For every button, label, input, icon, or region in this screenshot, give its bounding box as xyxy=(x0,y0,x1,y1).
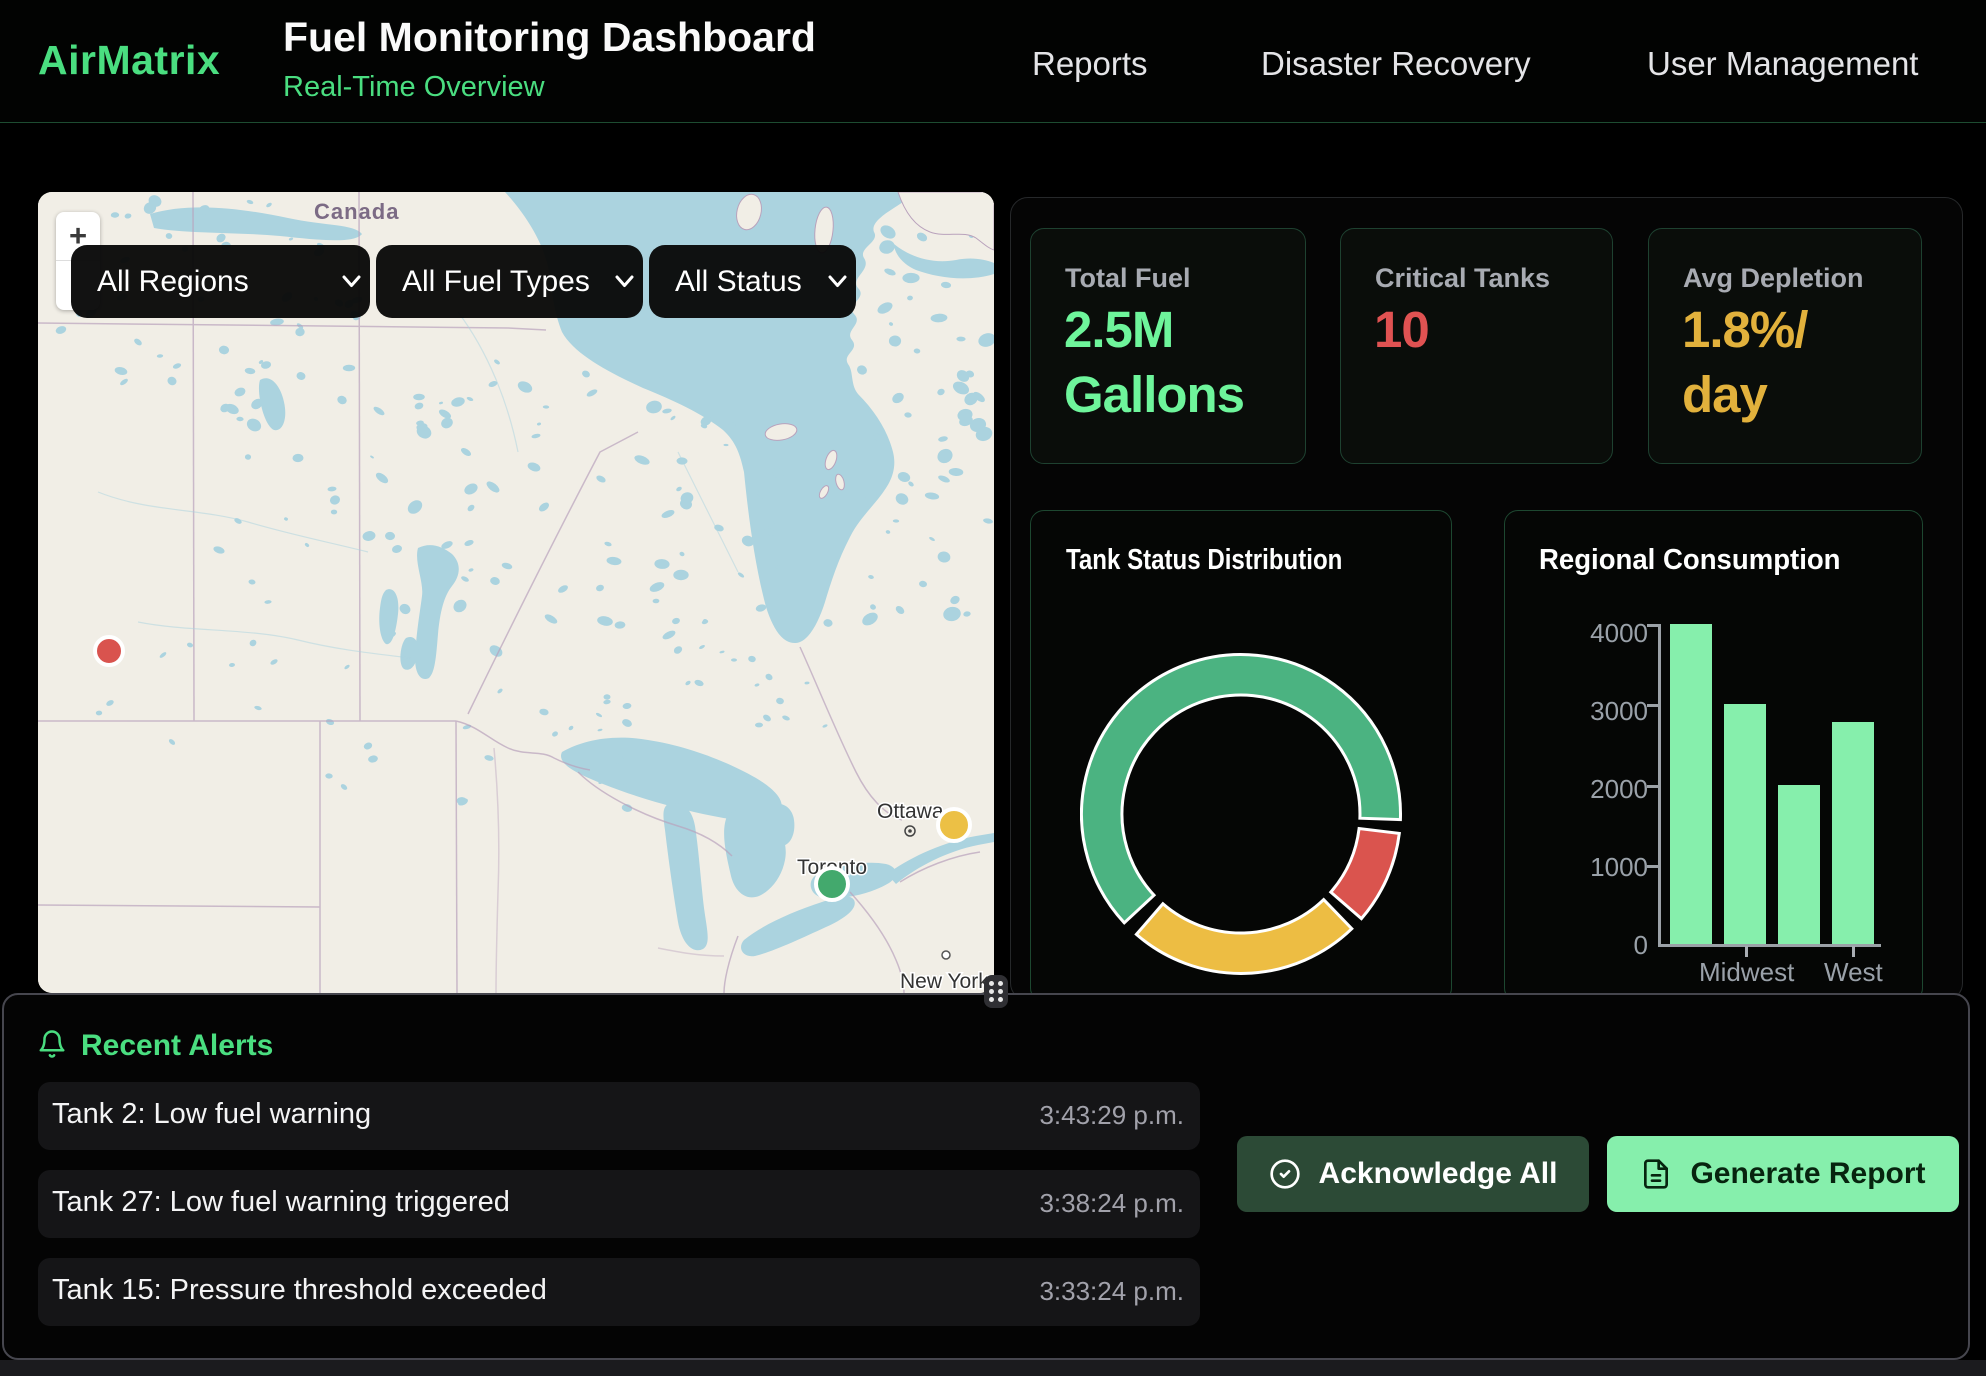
svg-text:Ottawa: Ottawa xyxy=(877,800,944,823)
svg-text:Canada: Canada xyxy=(314,199,399,224)
svg-text:New York: New York xyxy=(900,970,989,993)
